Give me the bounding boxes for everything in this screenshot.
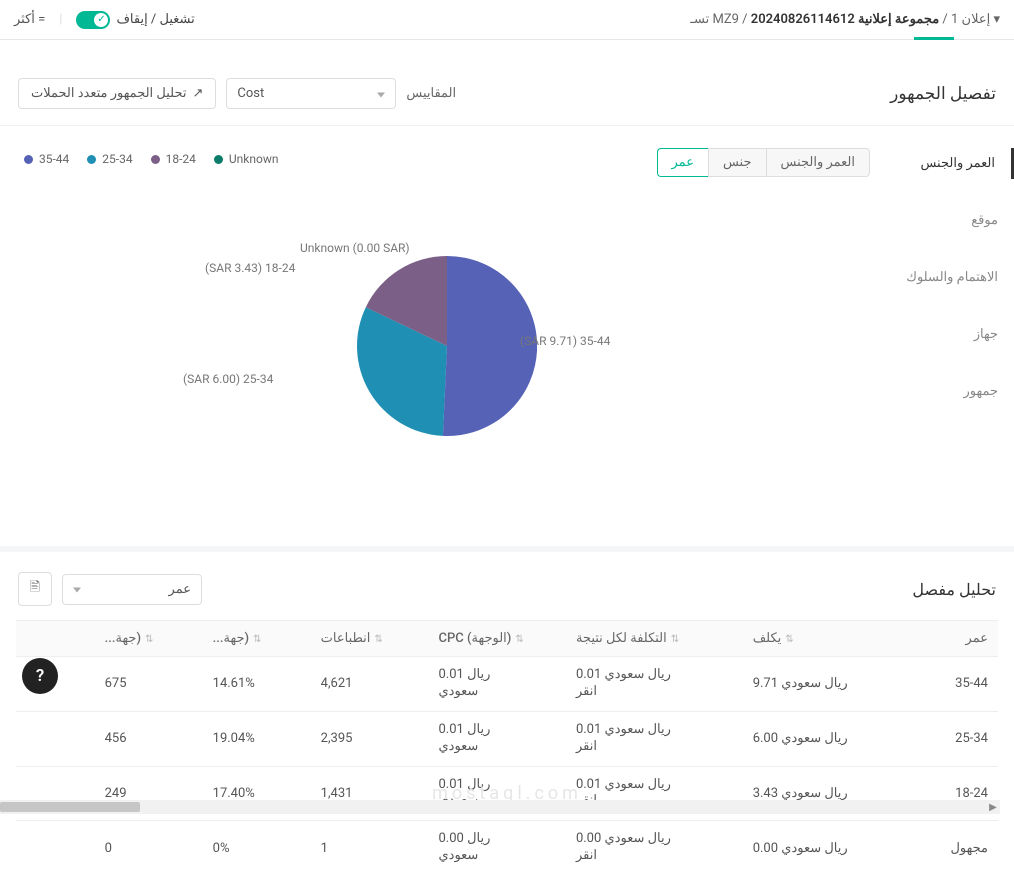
export-button[interactable]: 🖹 [18, 572, 52, 606]
cell-cpc: ريال 0.00سعودي [428, 821, 565, 875]
cell-age: مجهول [900, 821, 998, 875]
cell-cost: ريال سعودي 6.00 [743, 711, 900, 766]
side-tab-location[interactable]: موقع [894, 205, 1014, 236]
cell-dest: 456 [95, 711, 203, 766]
metric-select[interactable]: Cost [226, 78, 396, 109]
col-cpc[interactable]: CPC (الوجهة)⇅ [428, 621, 565, 657]
legend-dot-icon [24, 155, 33, 164]
scroll-thumb[interactable] [0, 802, 140, 812]
audience-section-header: تفصيل الجمهور المقاييس Cost ↗ تحليل الجم… [0, 64, 1014, 126]
sort-icon: ⇅ [785, 634, 793, 645]
cell-age: 25-34 [900, 711, 998, 766]
more-link[interactable]: = أكثر [14, 12, 45, 27]
audience-breakdown: العمر والجنس موقع الاهتمام والسلوك جهاز … [0, 126, 1014, 546]
legend-dot-icon [151, 155, 160, 164]
scroll-right-icon[interactable]: ▶ [986, 800, 1000, 814]
cell-blank [16, 711, 95, 766]
cell-dest: 0 [95, 821, 203, 875]
topbar: ▾ إعلان 1 / مجموعة إعلانية 2024082611461… [0, 0, 1014, 40]
legend-item-unknown[interactable]: Unknown [214, 152, 279, 166]
sub-tab-age-gender[interactable]: العمر والجنس [766, 148, 871, 177]
detail-title: تحليل مفصل [912, 580, 996, 599]
col-impr[interactable]: انطباعات⇅ [311, 621, 429, 657]
legend-item-18-24[interactable]: 18-24 [151, 152, 196, 166]
pie-label-18-24: 18-24 (3.43 SAR) [205, 261, 295, 275]
horizontal-scrollbar[interactable]: ◀ ▶ [0, 800, 1000, 814]
cell-age: 35-44 [900, 657, 998, 712]
table-row: 35-44ريال سعودي 9.71ريال سعودي 0.01انقرر… [16, 657, 998, 712]
legend-item-25-34[interactable]: 25-34 [87, 152, 132, 166]
sub-tab-gender[interactable]: جنس [708, 148, 766, 177]
sort-icon: ⇅ [515, 634, 523, 645]
col-dest[interactable]: ...جهة)⇅ [95, 621, 203, 657]
multi-campaign-button[interactable]: ↗ تحليل الجمهور متعدد الحملات [18, 78, 216, 109]
table-row: 25-34ريال سعودي 6.00ريال سعودي 0.01انقرر… [16, 711, 998, 766]
metric-label: المقاييس [406, 86, 456, 101]
breadcrumb: ▾ إعلان 1 / مجموعة إعلانية 2024082611461… [690, 12, 1000, 27]
pie-label-35-44: 35-44 (9.71 SAR) [520, 334, 610, 348]
cell-blank [16, 821, 95, 875]
detail-header: تحليل مفصل عمر 🖹 [18, 572, 996, 606]
cell-cpc: ريال 0.01سعودي [428, 657, 565, 712]
toggle-label: تشغيل / إيقاف [116, 12, 194, 27]
chart-area: العمر والجنس جنس عمر 35-44 25-34 18-24 U… [0, 126, 894, 546]
document-icon: 🖹 [30, 578, 40, 600]
cell-impr: 4,621 [311, 657, 429, 712]
cell-rate: 14.61% [203, 657, 311, 712]
cell-rate: 19.04% [203, 711, 311, 766]
sort-icon: ⇅ [671, 634, 679, 645]
toggle-switch-icon[interactable] [76, 11, 110, 29]
cell-impr: 1 [311, 821, 429, 875]
legend-dot-icon [87, 155, 96, 164]
pie-label-25-34: 25-34 (6.00 SAR) [183, 372, 273, 386]
sub-tab-age[interactable]: عمر [657, 148, 708, 177]
col-cost[interactable]: يكلف⇅ [743, 621, 900, 657]
legend-item-35-44[interactable]: 35-44 [24, 152, 69, 166]
pie-label-unknown: Unknown (0.00 SAR) [300, 241, 410, 255]
side-tabs: العمر والجنس موقع الاهتمام والسلوك جهاز … [894, 126, 1014, 546]
cell-dest: 675 [95, 657, 203, 712]
breadcrumb-ad[interactable]: إعلان 1 [951, 12, 990, 27]
cell-cpr: ريال سعودي 0.00انقر [566, 821, 743, 875]
dimension-select[interactable]: عمر [62, 574, 202, 605]
toggle-run-pause[interactable]: تشغيل / إيقاف [76, 11, 194, 29]
cell-cost: ريال سعودي 9.71 [743, 657, 900, 712]
cell-rate: 0% [203, 821, 311, 875]
breadcrumb-group[interactable]: مجموعة إعلانية 20240826114612 [751, 12, 939, 27]
side-tab-interest[interactable]: الاهتمام والسلوك [894, 262, 1014, 293]
side-tab-audience[interactable]: جمهور [894, 376, 1014, 407]
col-blank [16, 621, 95, 657]
detail-table: عمر يكلف⇅ التكلفة لكل نتيجة⇅ CPC (الوجهة… [16, 620, 998, 875]
legend-dot-icon [214, 155, 223, 164]
chart-legend: 35-44 25-34 18-24 Unknown [24, 152, 279, 166]
sort-icon: ⇅ [253, 634, 261, 645]
col-cpr[interactable]: التكلفة لكل نتيجة⇅ [566, 621, 743, 657]
cell-impr: 2,395 [311, 711, 429, 766]
help-button[interactable]: ? [22, 658, 58, 694]
cell-cpr: ريال سعودي 0.01انقر [566, 657, 743, 712]
section-title: تفصيل الجمهور [890, 84, 996, 104]
sort-icon: ⇅ [145, 634, 153, 645]
cell-cpr: ريال سعودي 0.01انقر [566, 711, 743, 766]
cell-cpc: ريال 0.01سعودي [428, 711, 565, 766]
col-age[interactable]: عمر [900, 621, 998, 657]
external-icon: ↗ [192, 86, 203, 101]
breadcrumb-campaign[interactable]: MZ9 تسـ [690, 12, 739, 27]
detail-section: تحليل مفصل عمر 🖹 عمر يكلف⇅ التكلفة لكل ن… [0, 546, 1014, 875]
pie-svg [357, 256, 537, 436]
col-rate[interactable]: ...جهة)⇅ [203, 621, 311, 657]
active-tab-indicator [914, 37, 954, 40]
sort-icon: ⇅ [374, 634, 382, 645]
pie-chart [357, 256, 537, 436]
side-tab-device[interactable]: جهاز [894, 319, 1014, 350]
cell-cost: ريال سعودي 0.00 [743, 821, 900, 875]
side-tab-age-gender[interactable]: العمر والجنس [894, 148, 1014, 179]
table-header-row: عمر يكلف⇅ التكلفة لكل نتيجة⇅ CPC (الوجهة… [16, 621, 998, 657]
breadcrumb-caret[interactable]: ▾ [993, 12, 1000, 27]
table-row: مجهولريال سعودي 0.00ريال سعودي 0.00انقرر… [16, 821, 998, 875]
